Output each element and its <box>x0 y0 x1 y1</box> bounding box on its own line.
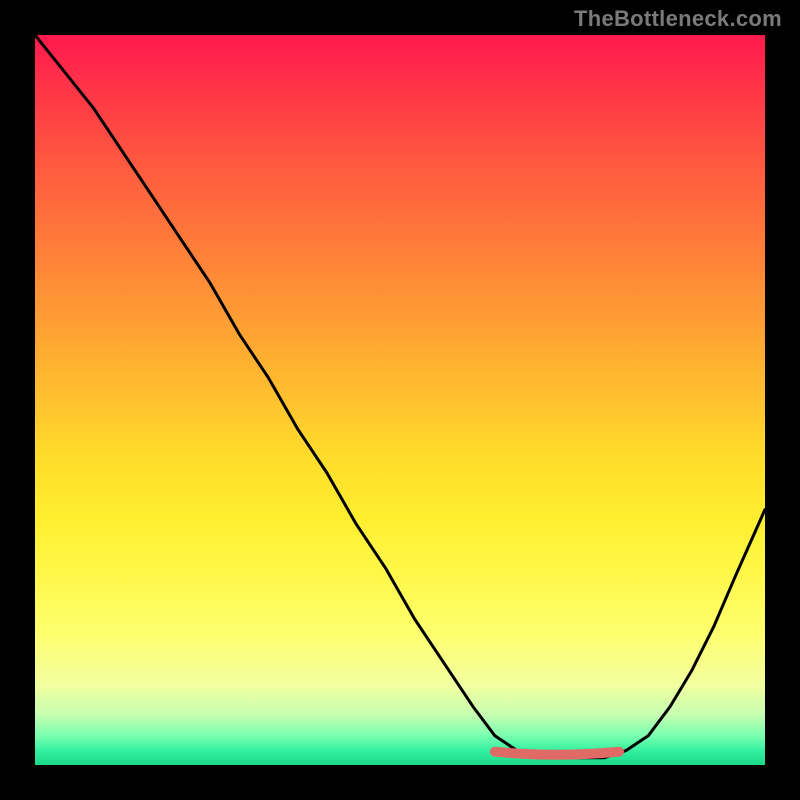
watermark-text: TheBottleneck.com <box>574 6 782 32</box>
bottleneck-curve-path <box>35 35 765 758</box>
chart-svg <box>35 35 765 765</box>
plot-area <box>35 35 765 765</box>
valley-marker-path <box>495 752 619 755</box>
chart-stage: TheBottleneck.com <box>0 0 800 800</box>
